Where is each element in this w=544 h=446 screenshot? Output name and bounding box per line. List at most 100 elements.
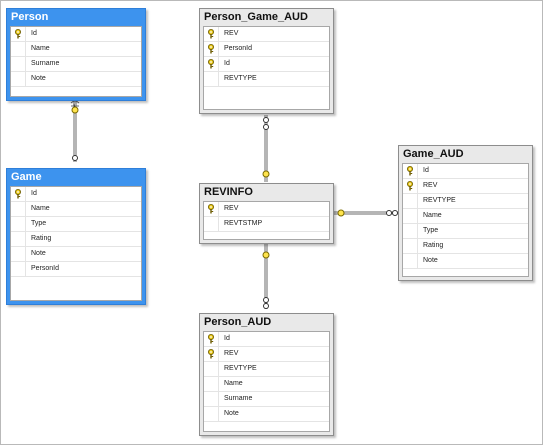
row-selector [403, 224, 418, 238]
row-selector [204, 407, 219, 421]
table-columns: Id REV REVTYPE Name Type Rating Note [402, 163, 529, 277]
column-name: Note [423, 257, 438, 264]
column-row[interactable]: Note [403, 254, 528, 269]
column-name: Rating [31, 235, 52, 242]
column-name: REVTSTMP [224, 220, 263, 227]
column-row[interactable]: REVTSTMP [204, 217, 329, 232]
row-selector [11, 232, 26, 246]
column-row[interactable]: Surname [11, 57, 141, 72]
row-selector [204, 57, 219, 71]
column-row[interactable]: Note [204, 407, 329, 422]
row-selector [403, 209, 418, 223]
column-name: REV [224, 30, 239, 37]
row-selector [204, 392, 219, 406]
column-row[interactable]: Id [11, 27, 141, 42]
table-title: Person_AUD [204, 316, 272, 328]
column-name: Id [31, 30, 37, 37]
table-title: Game [11, 171, 42, 183]
table-game[interactable]: Game Id Name Type Rating Note PersonId [6, 168, 146, 305]
column-name: Type [31, 220, 47, 227]
column-row[interactable]: REVTYPE [204, 362, 329, 377]
table-title: REVINFO [204, 186, 253, 198]
table-revinfo[interactable]: REVINFO REV REVTSTMP [199, 183, 334, 244]
row-selector [403, 179, 418, 193]
column-name: REV [224, 205, 239, 212]
row-selector [11, 262, 26, 276]
relationship-revinfo-person-aud[interactable] [262, 244, 270, 309]
column-row[interactable]: Id [403, 164, 528, 179]
row-selector [11, 187, 26, 201]
column-row[interactable]: Note [11, 247, 141, 262]
column-row[interactable]: PersonId [11, 262, 141, 277]
row-selector [204, 377, 219, 391]
column-name: REVTYPE [423, 197, 456, 204]
relationship-revinfo-game-aud[interactable] [333, 209, 398, 217]
row-selector [204, 42, 219, 56]
table-person[interactable]: Person Id Name Surname Note [6, 8, 146, 101]
column-name: Surname [224, 395, 253, 402]
column-row[interactable]: Id [204, 332, 329, 347]
column-name: Rating [423, 242, 444, 249]
row-selector [204, 362, 219, 376]
column-row[interactable]: Surname [204, 392, 329, 407]
column-row[interactable]: Name [11, 42, 141, 57]
column-row[interactable]: Id [11, 187, 141, 202]
column-name: Note [31, 250, 46, 257]
column-name: Id [224, 335, 230, 342]
row-selector [11, 27, 26, 41]
column-row[interactable]: Rating [403, 239, 528, 254]
column-row[interactable]: PersonId [204, 42, 329, 57]
table-person-game-aud[interactable]: Person_Game_AUD REV PersonId Id REVTYPE [199, 8, 334, 114]
table-title: Person_Game_AUD [204, 11, 308, 23]
table-title: Game_AUD [403, 148, 464, 160]
column-row[interactable]: Name [204, 377, 329, 392]
column-name: Type [423, 227, 439, 234]
column-row[interactable]: REV [204, 347, 329, 362]
row-selector [204, 27, 219, 41]
column-row[interactable]: Id [204, 57, 329, 72]
table-title: Person [11, 11, 49, 23]
column-name: Surname [31, 60, 60, 67]
table-person-aud[interactable]: Person_AUD Id REV REVTYPE Name Surname Note [199, 313, 334, 436]
table-columns: REV REVTSTMP [203, 201, 330, 240]
column-name: Name [31, 45, 50, 52]
column-row[interactable]: Name [11, 202, 141, 217]
relationship-person-game-aud-revinfo[interactable] [262, 115, 270, 182]
column-name: Id [423, 167, 429, 174]
row-selector [11, 72, 26, 86]
column-row[interactable]: REV [403, 179, 528, 194]
column-name: PersonId [224, 45, 253, 52]
relationship-person-game[interactable] [70, 100, 80, 162]
column-name: Name [224, 380, 243, 387]
table-columns: Id Name Type Rating Note PersonId [10, 186, 142, 301]
column-row[interactable]: REV [204, 202, 329, 217]
column-name: Note [31, 75, 46, 82]
column-row[interactable]: Rating [11, 232, 141, 247]
row-selector [403, 194, 418, 208]
row-selector [204, 217, 219, 231]
row-selector [403, 254, 418, 268]
column-name: REV [423, 182, 438, 189]
column-name: Name [31, 205, 50, 212]
table-game-aud[interactable]: Game_AUD Id REV REVTYPE Name Type Rating Note [398, 145, 533, 281]
column-row[interactable]: Type [403, 224, 528, 239]
column-row[interactable]: REVTYPE [204, 72, 329, 87]
row-selector [11, 202, 26, 216]
row-selector [204, 202, 219, 216]
column-name: Id [224, 60, 230, 67]
column-row[interactable]: Type [11, 217, 141, 232]
row-selector [204, 332, 219, 346]
row-selector [11, 247, 26, 261]
column-name: REV [224, 350, 239, 357]
column-row[interactable]: REV [204, 27, 329, 42]
column-name: Name [423, 212, 442, 219]
table-columns: Id Name Surname Note [10, 26, 142, 97]
column-row[interactable]: Note [11, 72, 141, 87]
row-selector [11, 42, 26, 56]
row-selector [204, 347, 219, 361]
column-name: REVTYPE [224, 365, 257, 372]
column-row[interactable]: REVTYPE [403, 194, 528, 209]
column-row[interactable]: Name [403, 209, 528, 224]
column-name: Id [31, 190, 37, 197]
row-selector [204, 72, 219, 86]
